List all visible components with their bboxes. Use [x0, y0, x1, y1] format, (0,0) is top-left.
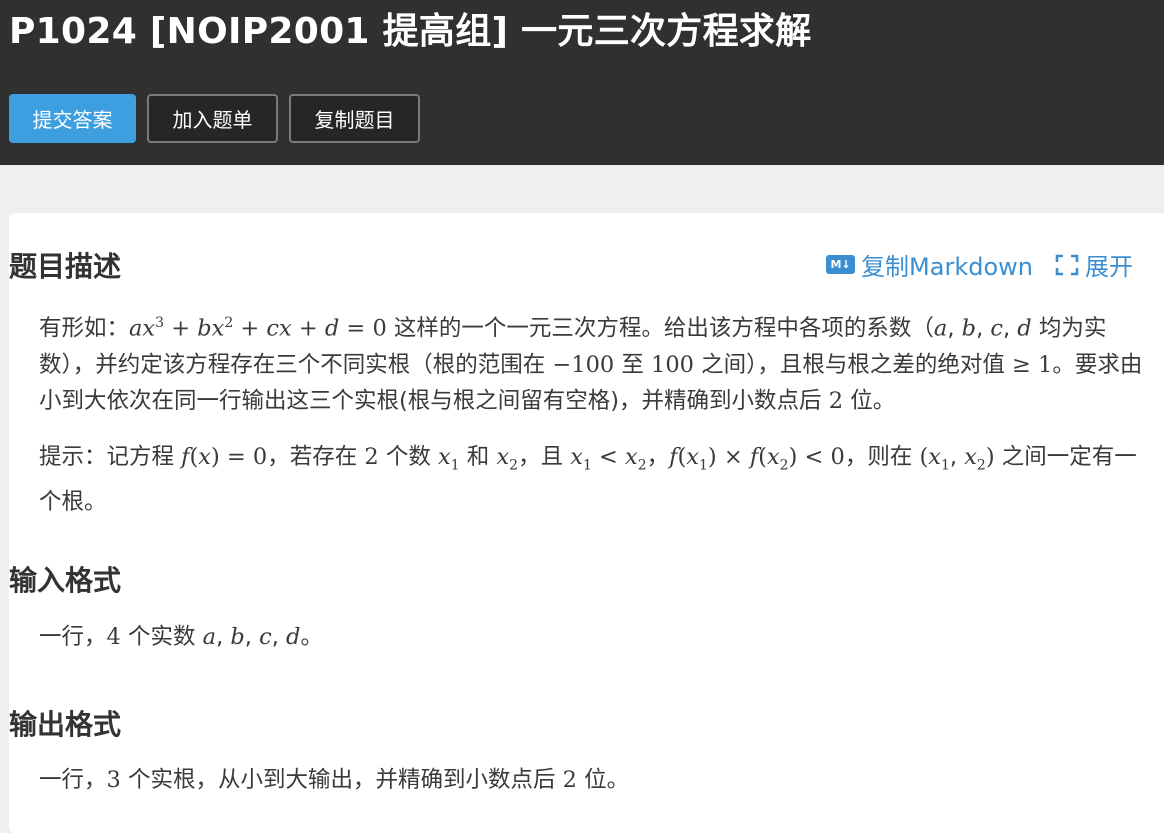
copy-markdown-label: 复制Markdown: [861, 253, 1033, 281]
expand-icon: [1055, 254, 1079, 275]
section-heading-output: 输出格式: [9, 708, 122, 741]
card-tools: M↓ 复制Markdown 展开: [826, 247, 1133, 282]
section-heading-input: 输入格式: [9, 564, 122, 597]
input-paragraph: 一行，4 个实数 a, b, c, d。: [39, 624, 323, 650]
section-heading-description: 题目描述: [9, 250, 122, 283]
add-to-list-button[interactable]: 加入题单: [147, 94, 278, 143]
expand-label: 展开: [1085, 253, 1133, 281]
markdown-icon: M↓: [826, 255, 856, 274]
description-paragraph: 有形如：ax3 + bx2 + cx + d = 0 这样的一个一元三次方程。给…: [39, 315, 1143, 414]
problem-header: P1024 [NOIP2001 提高组] 一元三次方程求解 提交答案 加入题单 …: [0, 0, 1164, 165]
action-bar: 提交答案 加入题单 复制题目: [9, 94, 1164, 143]
copy-markdown-button[interactable]: M↓ 复制Markdown: [826, 247, 1033, 282]
expand-button[interactable]: 展开: [1055, 247, 1133, 282]
output-paragraph: 一行，3 个实根，从小到大输出，并精确到小数点后 2 位。: [39, 767, 630, 793]
submit-answer-button[interactable]: 提交答案: [9, 94, 136, 143]
copy-problem-button[interactable]: 复制题目: [289, 94, 420, 143]
problem-card: M↓ 复制Markdown 展开 题目描述 有形如：ax3 + bx2 + cx…: [9, 213, 1164, 833]
page-title: P1024 [NOIP2001 提高组] 一元三次方程求解: [9, 11, 812, 52]
hint-paragraph: 提示：记方程 f(x) = 0，若存在 2 个数 x1 和 x2，且 x1 < …: [39, 444, 1137, 515]
